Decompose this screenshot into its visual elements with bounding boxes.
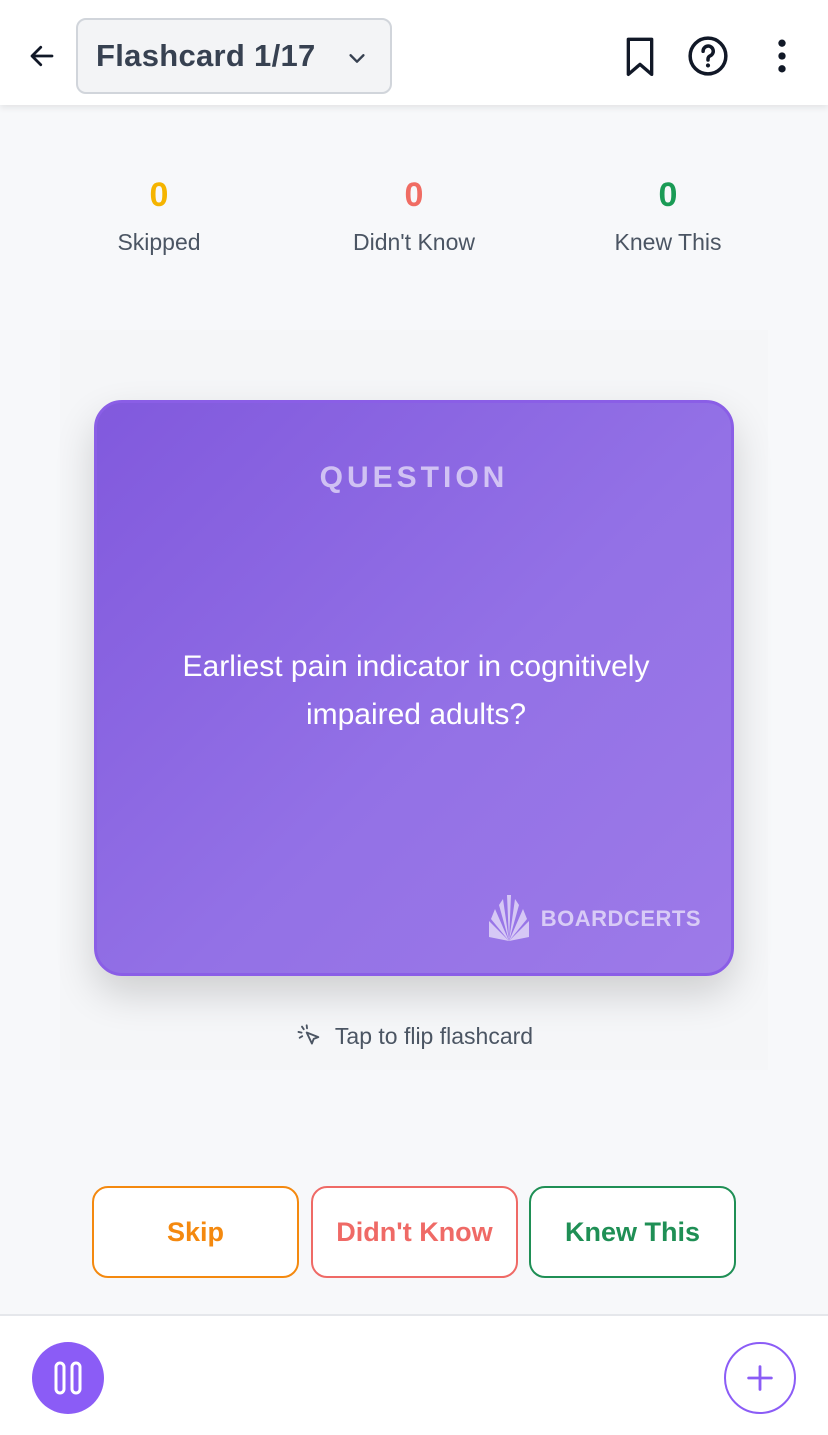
tap-pointer-icon [297, 1024, 320, 1045]
question-text: Earliest pain indicator in cognitively i… [182, 650, 650, 731]
chevron-down-icon [349, 54, 365, 63]
plus-icon [747, 1365, 773, 1391]
brand-name: BOARDCERTS [540, 906, 701, 931]
bookmark-icon [626, 37, 654, 76]
pause-button[interactable] [32, 1342, 104, 1414]
stat-skipped: 0 Skipped [39, 170, 279, 262]
didnt-know-label: Didn't Know [352, 229, 475, 255]
stat-knew-this: 0 Knew This [548, 170, 788, 262]
flashcard[interactable]: QUESTION Earliest pain indicator in cogn… [94, 400, 734, 976]
pause-icon [54, 1361, 82, 1395]
didnt-know-count: 0 [404, 176, 424, 214]
more-vertical-icon [778, 39, 786, 73]
flashcard-counter: Flashcard 1/17 [96, 38, 316, 73]
flip-hint-text: Tap to flip flashcard [334, 1022, 534, 1049]
bookmark-button[interactable] [618, 34, 662, 78]
flashcard-selector[interactable]: Flashcard 1/17 [76, 18, 392, 94]
boardcerts-logo-icon [488, 895, 529, 941]
flip-hint: Tap to flip flashcard [0, 1022, 828, 1050]
card-side-label: QUESTION [319, 461, 509, 494]
skipped-count: 0 [149, 176, 169, 214]
back-button[interactable] [22, 36, 62, 76]
stat-didnt-know: 0 Didn't Know [294, 170, 534, 262]
knew-this-count: 0 [658, 176, 678, 214]
flashcard-screen: Flashcard 1/17 0 Skipped 0 Didn't Know 0… [0, 0, 828, 1435]
skip-button[interactable]: Skip [92, 1186, 299, 1278]
brand-watermark: BOARDCERTS [481, 889, 701, 949]
bottom-bar [0, 1314, 828, 1435]
top-app-bar: Flashcard 1/17 [0, 0, 828, 105]
back-arrow-icon [30, 45, 54, 67]
didnt-know-button[interactable]: Didn't Know [311, 1186, 518, 1278]
help-button[interactable] [686, 34, 730, 78]
progress-stats: 0 Skipped 0 Didn't Know 0 Knew This [0, 170, 828, 290]
knew-this-label: Knew This [614, 229, 722, 255]
more-options-button[interactable] [760, 34, 804, 78]
help-icon [688, 36, 728, 76]
skipped-label: Skipped [117, 229, 201, 255]
knew-this-button[interactable]: Knew This [529, 1186, 736, 1278]
add-button[interactable] [724, 1342, 796, 1414]
